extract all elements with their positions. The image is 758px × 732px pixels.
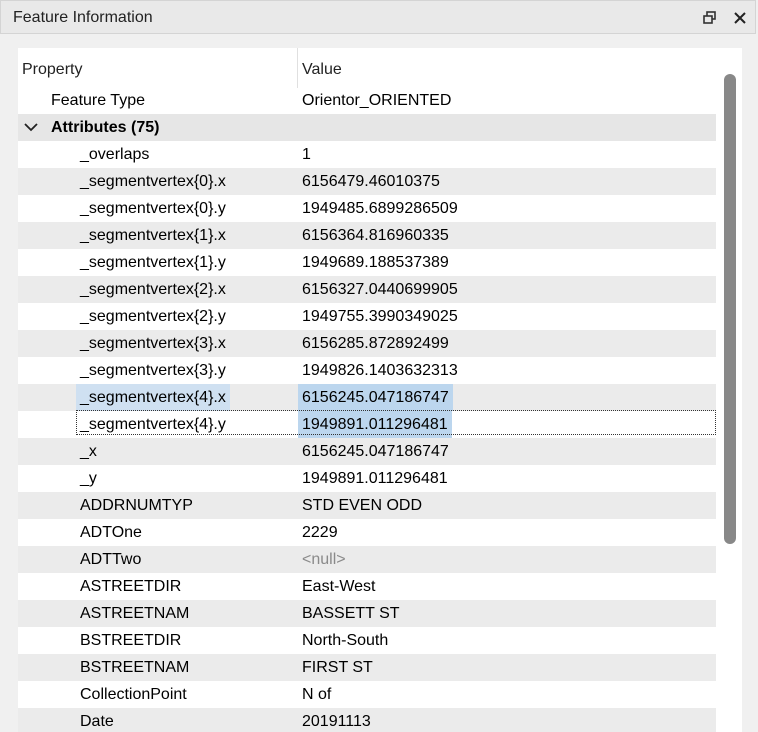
attribute-name: _segmentvertex{1}.y (80, 254, 226, 271)
attribute-row[interactable]: BSTREETNAM FIRST ST (18, 654, 716, 681)
attribute-value: North-South (302, 632, 389, 649)
attribute-value: 6156245.047186747 (298, 384, 453, 411)
attribute-value: 1949689.188537389 (302, 254, 449, 271)
attribute-value: 6156479.46010375 (302, 173, 440, 190)
attribute-name: _segmentvertex{3}.y (80, 362, 226, 379)
attribute-value: FIRST ST (302, 659, 373, 676)
attribute-name: _segmentvertex{0}.x (80, 173, 226, 190)
attribute-row[interactable]: Date 20191113 (18, 708, 716, 732)
panel-title-bar: Feature Information (0, 0, 756, 34)
attribute-row[interactable]: _segmentvertex{2}.x 6156327.0440699905 (18, 276, 716, 303)
scrollbar-thumb[interactable] (724, 74, 736, 544)
feature-type-value: Orientor_ORIENTED (302, 92, 452, 109)
attribute-row[interactable]: ADDRNUMTYP STD EVEN ODD (18, 492, 716, 519)
attribute-row[interactable]: _segmentvertex{2}.y 1949755.3990349025 (18, 303, 716, 330)
attribute-name: _overlaps (80, 146, 150, 163)
attribute-row[interactable]: _segmentvertex{1}.x 6156364.816960335 (18, 222, 716, 249)
attribute-name: CollectionPoint (80, 686, 187, 703)
attribute-name: _segmentvertex{3}.x (80, 335, 226, 352)
chevron-down-icon[interactable] (24, 114, 38, 141)
attribute-row[interactable]: _x 6156245.047186747 (18, 438, 716, 465)
attribute-value: 1949485.6899286509 (302, 200, 458, 217)
attribute-name: _segmentvertex{4}.x (76, 384, 230, 411)
restore-window-icon[interactable] (699, 7, 721, 29)
attribute-name: ASTREETDIR (80, 578, 182, 595)
attribute-row[interactable]: ASTREETNAM BASSETT ST (18, 600, 716, 627)
attribute-value: BASSETT ST (302, 605, 400, 622)
attribute-name: _y (80, 470, 97, 487)
attributes-group-label: Attributes (75) (51, 119, 160, 136)
attribute-row[interactable]: ADTTwo <null> (18, 546, 716, 573)
attribute-name: Date (80, 713, 114, 730)
attribute-value: 1949755.3990349025 (302, 308, 458, 325)
attribute-value: 1949826.1403632313 (302, 362, 458, 379)
attribute-name: ADTTwo (80, 551, 142, 568)
attribute-name: BSTREETNAM (80, 659, 190, 676)
close-icon[interactable] (729, 7, 751, 29)
column-header-value[interactable]: Value (302, 56, 342, 83)
attribute-value: 2229 (302, 524, 338, 541)
attribute-value: 6156285.872892499 (302, 335, 449, 352)
attribute-row[interactable]: ASTREETDIR East-West (18, 573, 716, 600)
grid-header: Property Value (18, 56, 716, 83)
attribute-row[interactable]: CollectionPoint N of (18, 681, 716, 708)
attribute-row[interactable]: _segmentvertex{3}.x 6156285.872892499 (18, 330, 716, 357)
attribute-value: 6156364.816960335 (302, 227, 449, 244)
attribute-row[interactable]: ADTOne 2229 (18, 519, 716, 546)
attribute-value: STD EVEN ODD (302, 497, 423, 514)
attribute-row[interactable]: _segmentvertex{1}.y 1949689.188537389 (18, 249, 716, 276)
attribute-name: _x (80, 443, 97, 460)
attribute-name: _segmentvertex{2}.y (80, 308, 226, 325)
attribute-name: _segmentvertex{0}.y (80, 200, 226, 217)
attribute-value: 20191113 (302, 713, 371, 730)
attribute-row[interactable]: _segmentvertex{0}.y 1949485.6899286509 (18, 195, 716, 222)
attribute-row[interactable]: _segmentvertex{0}.x 6156479.46010375 (18, 168, 716, 195)
attribute-value: <null> (302, 551, 346, 568)
attribute-name: BSTREETDIR (80, 632, 182, 649)
attribute-value: East-West (302, 578, 376, 595)
attribute-value: N of (302, 686, 332, 703)
attributes-group-row[interactable]: Attributes (75) (18, 114, 716, 141)
attribute-value: 6156327.0440699905 (302, 281, 458, 298)
attribute-name: ADTOne (80, 524, 142, 541)
feature-type-row[interactable]: Feature Type Orientor_ORIENTED (18, 87, 716, 114)
attribute-row[interactable]: _segmentvertex{4}.x 6156245.047186747 (18, 384, 716, 411)
panel-title: Feature Information (13, 9, 153, 26)
feature-type-label: Feature Type (51, 92, 145, 109)
attribute-row[interactable]: BSTREETDIR North-South (18, 627, 716, 654)
attribute-name: ADDRNUMTYP (80, 497, 193, 514)
attribute-value: 1 (302, 146, 311, 163)
column-header-property[interactable]: Property (22, 56, 82, 83)
feature-info-panel: Property Value Feature Type Orientor_ORI… (18, 48, 742, 732)
attribute-name: _segmentvertex{1}.x (80, 227, 226, 244)
focus-rectangle (76, 410, 716, 435)
attribute-row[interactable]: _segmentvertex{3}.y 1949826.1403632313 (18, 357, 716, 384)
attribute-value: 6156245.047186747 (302, 443, 449, 460)
attribute-value: 1949891.011296481 (302, 470, 448, 487)
attribute-row[interactable]: _y 1949891.011296481 (18, 465, 716, 492)
attribute-row[interactable]: _overlaps 1 (18, 141, 716, 168)
attribute-name: _segmentvertex{2}.x (80, 281, 226, 298)
attribute-name: ASTREETNAM (80, 605, 190, 622)
